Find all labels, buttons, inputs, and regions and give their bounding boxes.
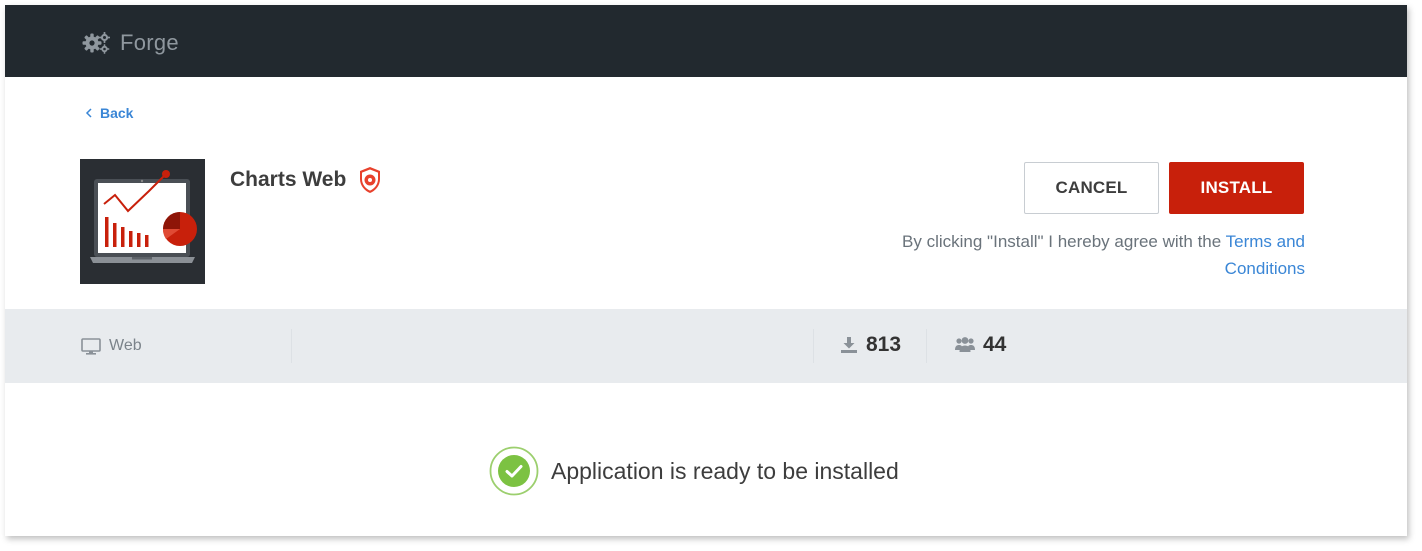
downloads-count: 813 xyxy=(866,333,902,356)
top-navbar: Forge xyxy=(5,5,1407,77)
users-stat: 44 xyxy=(955,333,1006,357)
users-count: 44 xyxy=(983,333,1007,356)
downloads-stat: 813 xyxy=(840,333,901,357)
app-title: Charts Web xyxy=(230,166,382,194)
back-link[interactable]: Back xyxy=(85,105,133,121)
terms-notice: By clicking "Install" I hereby agree wit… xyxy=(825,228,1305,282)
back-label: Back xyxy=(100,105,134,121)
chevron-left-icon xyxy=(85,108,92,118)
terms-prefix: By clicking "Install" I hereby agree wit… xyxy=(902,232,1226,251)
platform-info: Web xyxy=(81,337,142,355)
platform-label: Web xyxy=(109,337,142,354)
app-name: Charts Web xyxy=(230,168,347,191)
brand-name: Forge xyxy=(120,30,179,55)
divider xyxy=(926,329,927,363)
ready-status: Application is ready to be installed xyxy=(489,446,899,496)
download-icon xyxy=(841,337,857,353)
app-install-page: Forge Back Charts Web CANCEL INSTALL By … xyxy=(5,5,1407,536)
divider xyxy=(813,329,814,363)
users-icon xyxy=(955,337,975,352)
app-thumbnail xyxy=(80,159,205,284)
cancel-button[interactable]: CANCEL xyxy=(1024,162,1159,214)
divider xyxy=(291,329,292,363)
monitor-icon xyxy=(81,337,101,355)
stats-bar: Web 813 44 xyxy=(5,309,1407,383)
shield-icon xyxy=(360,167,381,193)
ready-message: Application is ready to be installed xyxy=(551,457,899,484)
install-button[interactable]: INSTALL xyxy=(1169,162,1304,214)
gears-icon xyxy=(82,32,110,54)
brand[interactable]: Forge xyxy=(81,30,179,56)
laptop-chart-icon xyxy=(80,159,205,284)
terms-link[interactable]: Terms and Conditions xyxy=(1225,232,1305,278)
check-circle-icon xyxy=(489,446,539,496)
